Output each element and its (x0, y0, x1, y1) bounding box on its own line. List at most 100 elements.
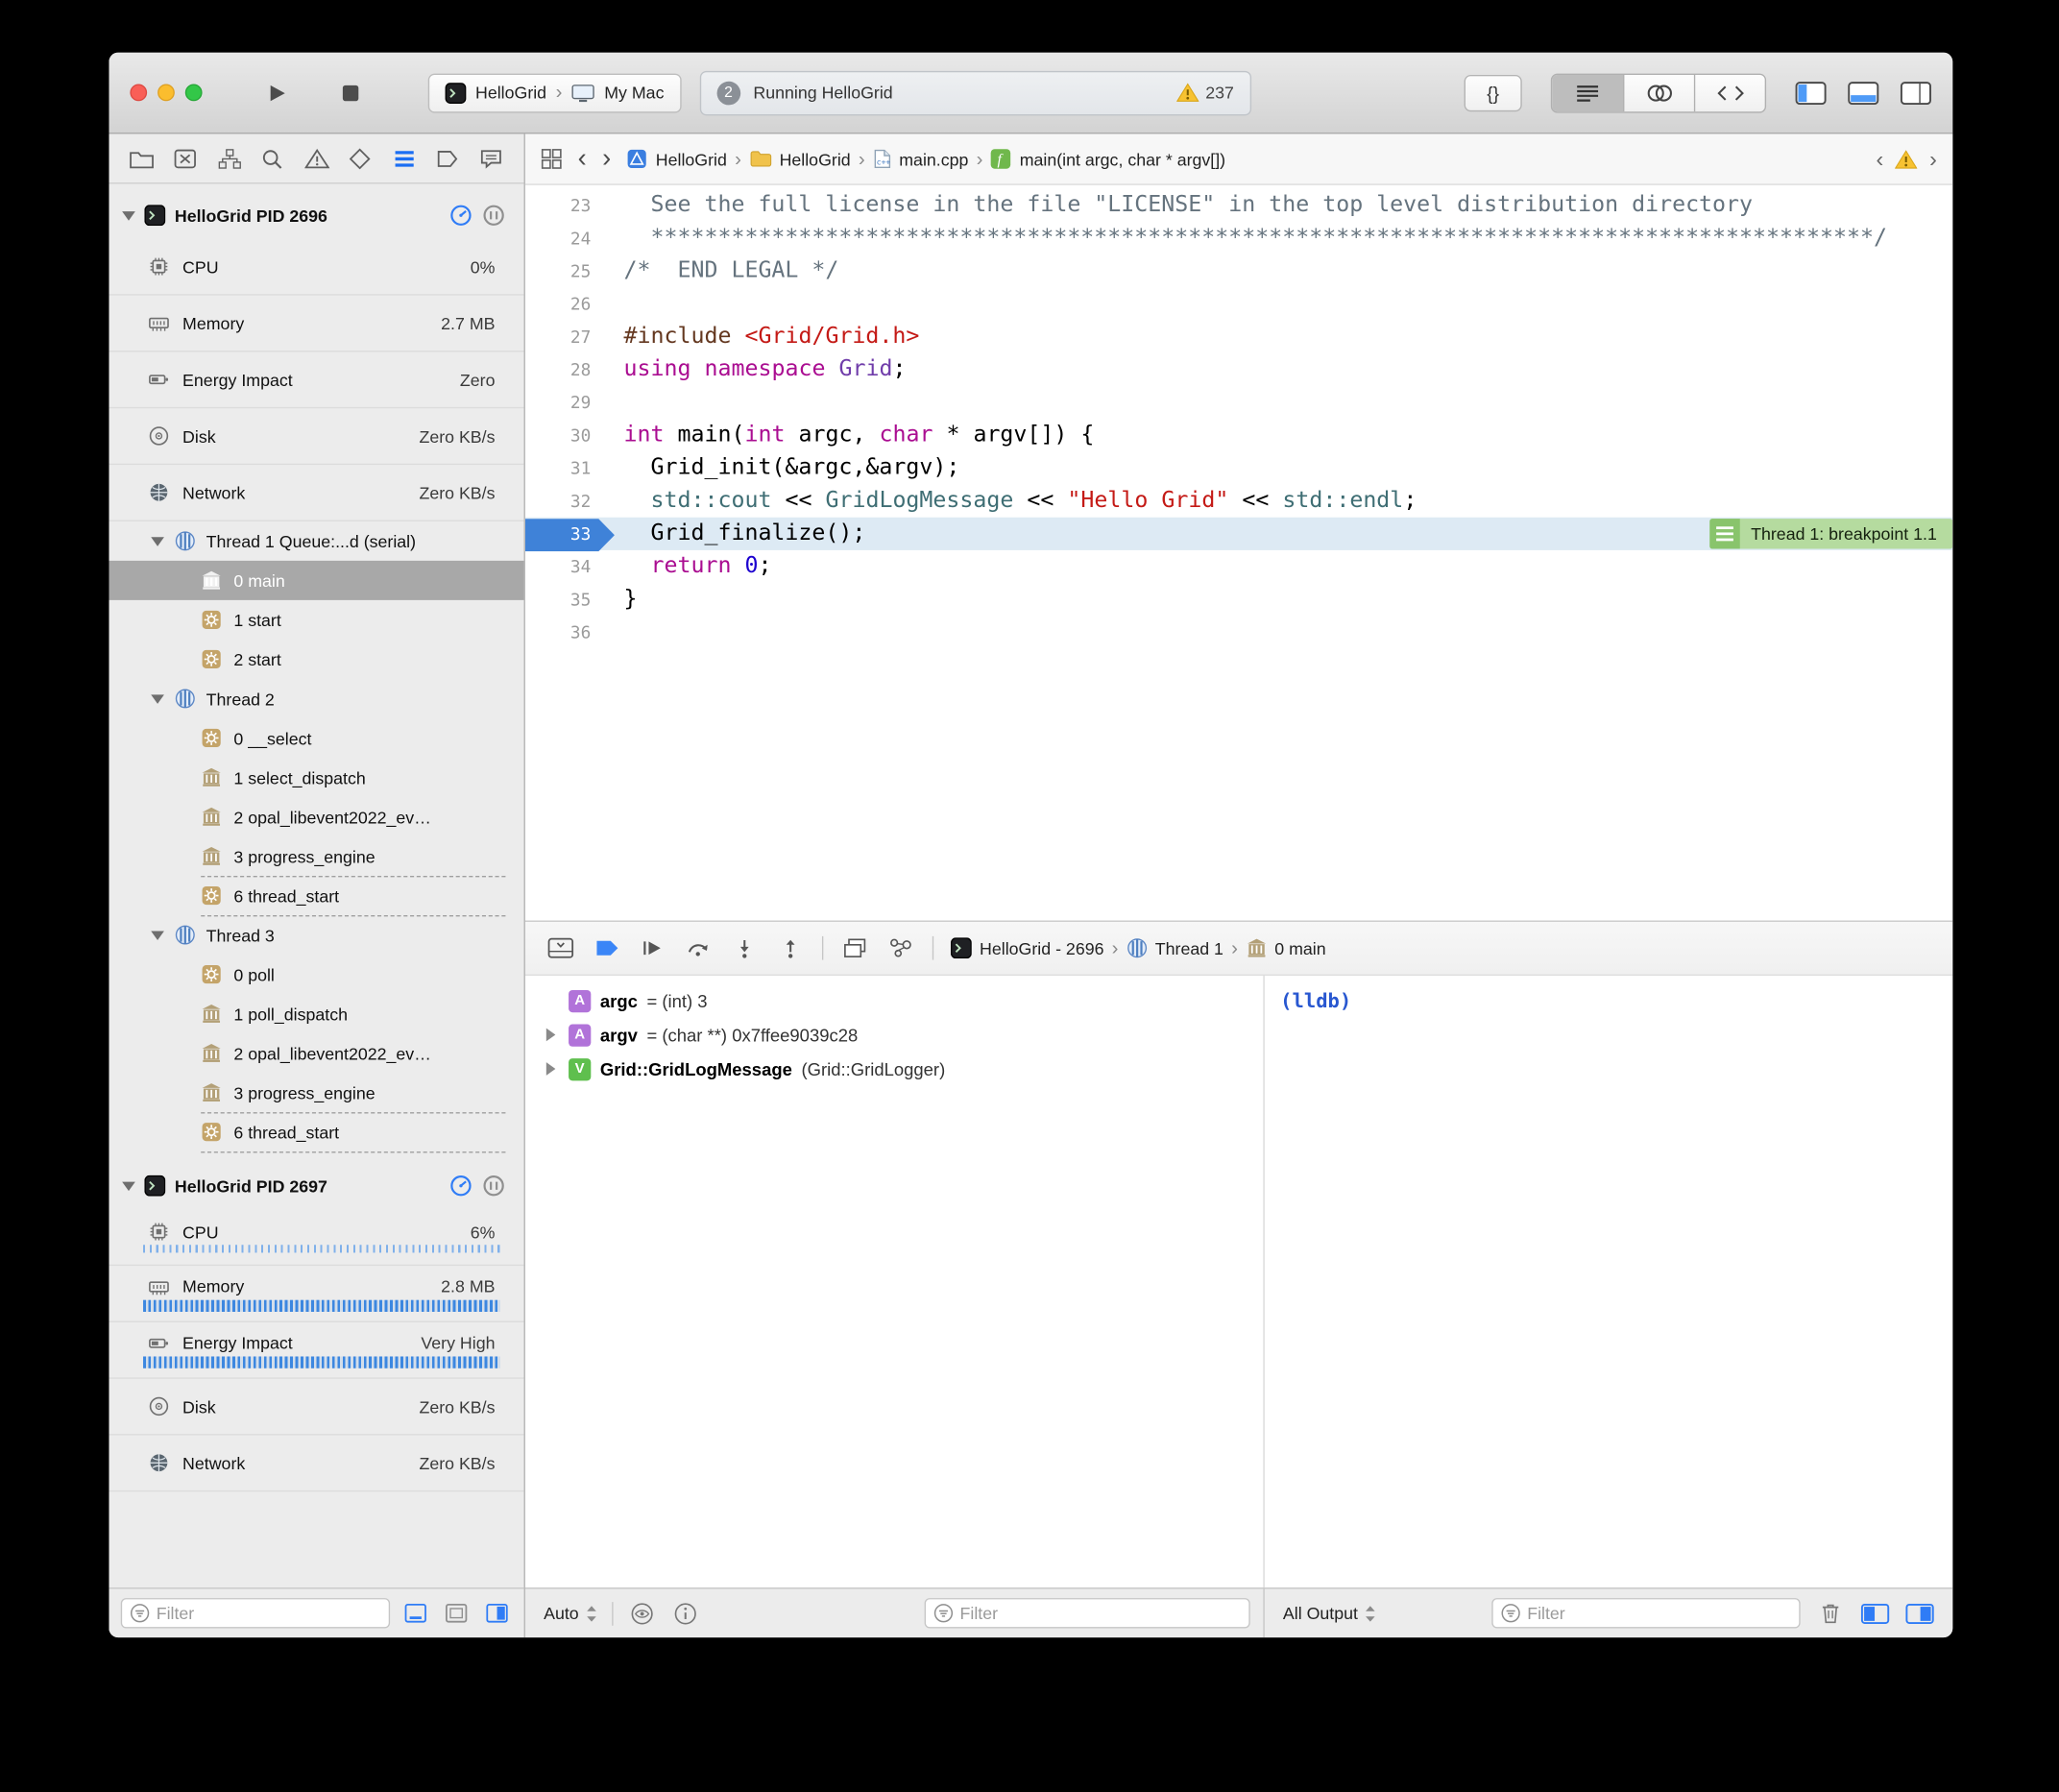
line-number[interactable]: 24 (525, 223, 607, 255)
toggle-variables-view-button[interactable] (1861, 1599, 1890, 1628)
issue-warning-icon[interactable] (1896, 149, 1918, 169)
variables-filter-field[interactable]: Filter (925, 1598, 1250, 1628)
variables-view[interactable]: Aargc = (int) 3Aargv = (char **) 0x7ffee… (525, 976, 1265, 1587)
view-process-by-queue-button[interactable] (480, 1597, 512, 1629)
code-line[interactable]: 33 Grid_finalize();Thread 1: breakpoint … (525, 518, 1952, 550)
disclosure-triangle-icon[interactable] (151, 694, 164, 704)
code-line[interactable]: 36 (525, 616, 1952, 648)
code-line[interactable]: 27#include <Grid/Grid.h> (525, 321, 1952, 353)
test-navigator-button[interactable] (345, 142, 376, 174)
continue-button[interactable] (639, 933, 667, 962)
debug-navigator-button[interactable] (388, 142, 420, 174)
disclosure-triangle-icon[interactable] (151, 537, 164, 546)
view-ui-hierarchy-button[interactable] (840, 933, 869, 962)
line-number[interactable]: 34 (525, 551, 607, 584)
toggle-navigator-button[interactable] (1795, 81, 1827, 105)
issues-warning-button[interactable]: 237 (1176, 83, 1234, 103)
variable-row[interactable]: Aargc = (int) 3 (525, 983, 1263, 1018)
source-control-navigator-button[interactable] (170, 142, 202, 174)
quicklook-button[interactable] (627, 1599, 656, 1628)
symbol-navigator-button[interactable] (213, 142, 245, 174)
minimize-window-button[interactable] (157, 85, 175, 102)
stack-frame-row[interactable]: 6 thread_start (109, 876, 523, 915)
stack-frame-row[interactable]: 3 progress_engine (109, 836, 523, 876)
stack-frame-row[interactable]: 1 poll_dispatch (109, 994, 523, 1033)
zoom-window-button[interactable] (185, 85, 203, 102)
code-line[interactable]: 25/* END LEGAL */ (525, 254, 1952, 287)
step-over-button[interactable] (684, 933, 713, 962)
stack-frame-row[interactable]: 2 opal_libevent2022_ev… (109, 797, 523, 836)
close-window-button[interactable] (130, 85, 147, 102)
code-line[interactable]: 32 std::cout << GridLogMessage << "Hello… (525, 485, 1952, 518)
code-line[interactable]: 28using namespace Grid; (525, 353, 1952, 386)
thread-row[interactable]: Thread 1 Queue:...d (serial) (109, 521, 523, 561)
toggle-console-view-button[interactable] (1905, 1599, 1934, 1628)
navigator-filter-field[interactable]: Filter (121, 1598, 390, 1628)
breadcrumb-item[interactable]: 0 main (1246, 937, 1325, 958)
line-number[interactable]: 29 (525, 387, 607, 420)
cpu-gauge-button[interactable] (449, 1174, 473, 1198)
breakpoint-navigator-button[interactable] (432, 142, 464, 174)
breakpoint-annotation[interactable]: Thread 1: breakpoint 1.1 (1710, 519, 1952, 548)
line-number[interactable]: 28 (525, 354, 607, 387)
code-line[interactable]: 34 return 0; (525, 550, 1952, 583)
stack-frame-row[interactable]: 1 start (109, 600, 523, 640)
show-running-threads-button[interactable] (440, 1597, 472, 1629)
line-number[interactable]: 26 (525, 289, 607, 322)
stat-row-network[interactable]: NetworkZero KB/s (109, 465, 523, 521)
breadcrumb-item[interactable]: Thread 1 (1126, 937, 1223, 958)
process-row[interactable]: HelloGrid PID 2696 (109, 192, 523, 239)
scheme-selector[interactable]: HelloGrid My Mac (428, 73, 681, 112)
code-line[interactable]: 24 *************************************… (525, 222, 1952, 254)
disclosure-triangle-icon[interactable] (541, 1062, 559, 1076)
show-frames-with-source-button[interactable] (400, 1597, 431, 1629)
version-editor-button[interactable] (1694, 74, 1765, 110)
breadcrumb-item[interactable]: fmain(int argc, char * argv[]) (991, 149, 1225, 170)
breadcrumb-item[interactable]: HelloGrid - 2696 (951, 937, 1104, 958)
code-line[interactable]: 30int main(int argc, char * argv[]) { (525, 419, 1952, 451)
stat-row-disk[interactable]: DiskZero KB/s (109, 408, 523, 465)
breadcrumb-item[interactable]: HelloGrid (627, 149, 727, 170)
code-line[interactable]: 23 See the full license in the file "LIC… (525, 189, 1952, 222)
stack-frame-row[interactable]: 3 progress_engine (109, 1073, 523, 1112)
variable-row[interactable]: Aargv = (char **) 0x7ffee9039c28 (525, 1018, 1263, 1053)
breakpoints-toggle-button[interactable] (593, 933, 621, 962)
stat-row-disk[interactable]: DiskZero KB/s (109, 1379, 523, 1436)
console-output[interactable]: (lldb) (1265, 976, 1952, 1587)
disclosure-triangle-icon[interactable] (122, 210, 135, 220)
stack-frame-row[interactable]: 1 select_dispatch (109, 758, 523, 797)
previous-issue-button[interactable] (1876, 148, 1883, 170)
stack-frame-row[interactable]: 0 __select (109, 718, 523, 758)
library-button[interactable]: {} (1465, 74, 1522, 110)
line-number[interactable]: 23 (525, 190, 607, 223)
toggle-inspector-button[interactable] (1901, 81, 1932, 105)
line-number[interactable]: 30 (525, 421, 607, 453)
print-description-button[interactable] (670, 1599, 699, 1628)
stat-row-cpu[interactable]: CPU6% (109, 1209, 523, 1266)
breadcrumb-item[interactable]: c++main.cpp (873, 149, 968, 170)
stat-row-memory[interactable]: Memory2.7 MB (109, 296, 523, 352)
standard-editor-button[interactable] (1552, 74, 1623, 110)
hide-debug-area-button[interactable] (546, 933, 575, 962)
line-number[interactable]: 32 (525, 486, 607, 519)
assistant-editor-button[interactable] (1623, 74, 1694, 110)
disclosure-triangle-icon[interactable] (151, 931, 164, 940)
line-number[interactable]: 31 (525, 453, 607, 486)
process-row[interactable]: HelloGrid PID 2697 (109, 1162, 523, 1209)
stack-frame-row[interactable]: 2 opal_libevent2022_ev… (109, 1033, 523, 1073)
source-editor[interactable]: 23 See the full license in the file "LIC… (525, 185, 1952, 921)
cpu-gauge-button[interactable] (449, 204, 473, 228)
line-number[interactable]: 36 (525, 618, 607, 650)
code-line[interactable]: 35} (525, 583, 1952, 616)
issue-navigator-button[interactable] (301, 142, 332, 174)
line-number[interactable]: 25 (525, 256, 607, 289)
go-forward-button[interactable] (602, 146, 611, 172)
step-into-button[interactable] (730, 933, 759, 962)
stack-frame-row[interactable]: 6 thread_start (109, 1112, 523, 1151)
tasks-count-badge[interactable]: 2 (716, 81, 740, 105)
thread-row[interactable]: Thread 2 (109, 679, 523, 718)
stack-frame-row[interactable]: 0 poll (109, 955, 523, 994)
console-output-selector[interactable]: All Output (1283, 1604, 1376, 1624)
variable-row[interactable]: VGrid::GridLogMessage (Grid::GridLogger) (525, 1052, 1263, 1086)
pause-process-button[interactable] (482, 1174, 506, 1198)
